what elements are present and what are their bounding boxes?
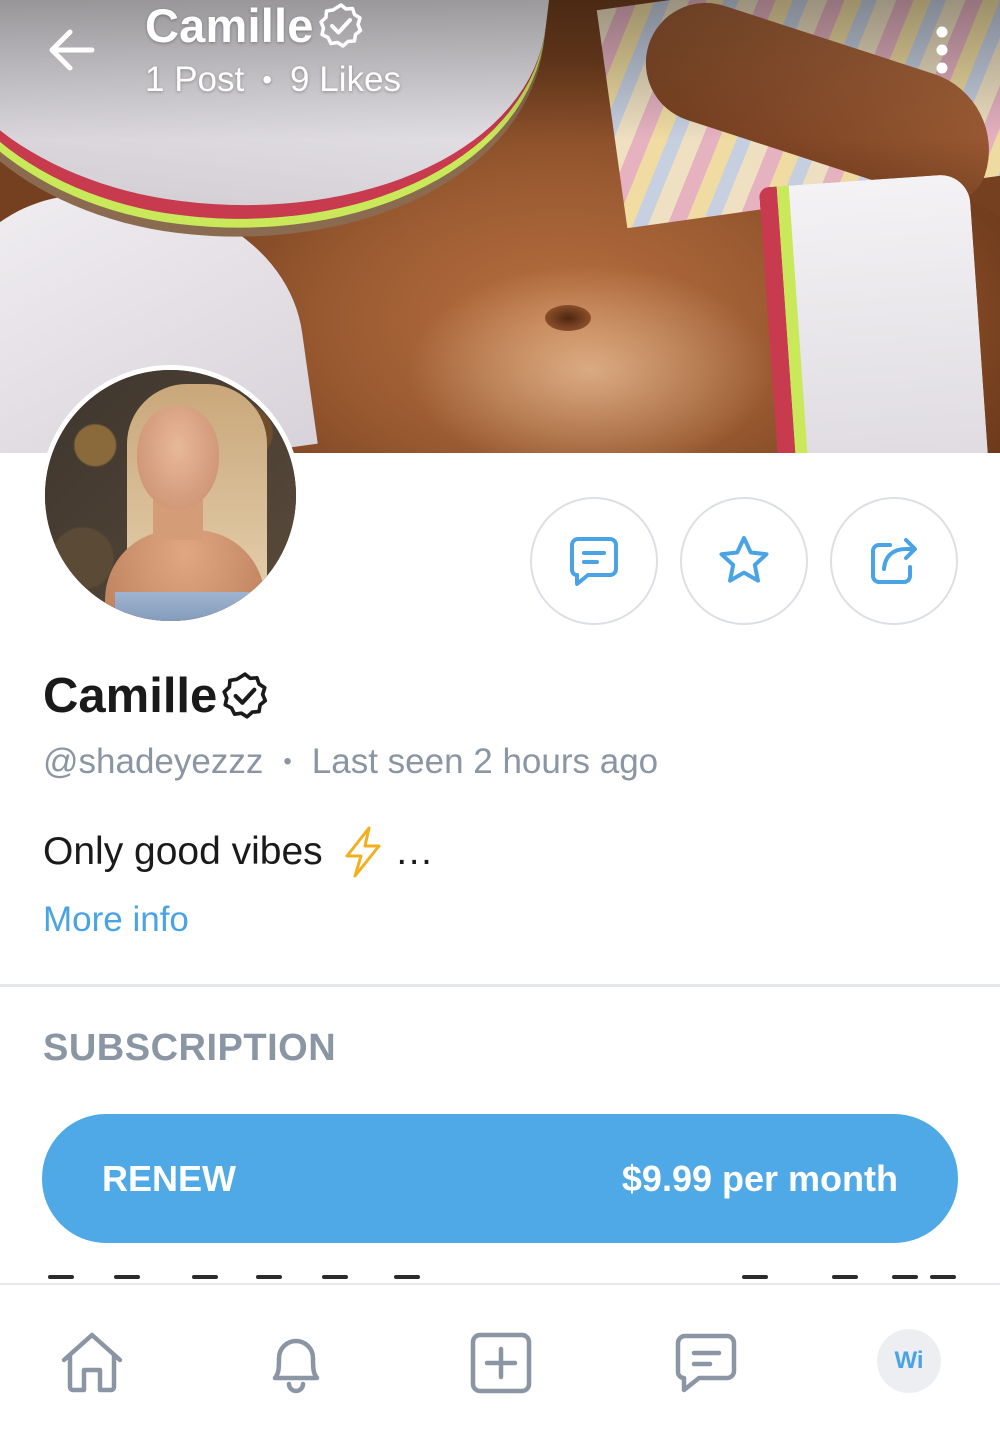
header-stats: 1 Post • 9 Likes	[145, 60, 401, 100]
header-title-row: Camille	[145, 0, 366, 53]
more-info-link[interactable]: More info	[43, 900, 189, 940]
bio-text: Only good vibes	[43, 830, 323, 873]
message-icon	[570, 537, 618, 586]
top-bar: Camille 1 Post • 9 Likes	[0, 0, 1000, 120]
profile-meta: @shadeyezzz • Last seen 2 hours ago	[43, 742, 658, 782]
verified-badge-icon	[222, 672, 268, 719]
add-post-icon	[470, 1332, 532, 1394]
back-button[interactable]	[44, 22, 100, 78]
bottom-navigation: Wi	[0, 1283, 1000, 1432]
meta-separator: •	[283, 748, 292, 775]
messages-icon	[675, 1333, 737, 1393]
profile-avatar[interactable]	[40, 365, 301, 626]
profile-bio: Only good vibes …	[43, 826, 434, 878]
nav-notifications[interactable]	[256, 1323, 336, 1403]
profile-name-row: Camille	[43, 668, 271, 724]
nav-add-post[interactable]	[461, 1323, 541, 1403]
likes-count: 9 Likes	[290, 60, 401, 99]
home-icon	[61, 1332, 123, 1393]
nav-messages[interactable]	[666, 1323, 746, 1403]
section-divider	[0, 984, 1000, 987]
bell-icon	[272, 1338, 320, 1394]
bio-ellipsis: …	[394, 830, 434, 873]
renew-price: $9.99 per month	[621, 1157, 898, 1199]
message-button[interactable]	[530, 497, 658, 625]
header-name: Camille	[145, 0, 314, 52]
share-button[interactable]	[830, 497, 958, 625]
profile-handle: @shadeyezzz	[43, 742, 264, 781]
star-icon	[719, 536, 769, 583]
posts-count: 1 Post	[145, 60, 245, 99]
nav-user-avatar[interactable]: Wi	[877, 1329, 941, 1393]
favorite-button[interactable]	[680, 497, 808, 625]
stats-separator: •	[262, 64, 273, 95]
nav-home[interactable]	[52, 1323, 132, 1403]
renew-button[interactable]: RENEW $9.99 per month	[42, 1114, 958, 1243]
renew-label: RENEW	[102, 1157, 236, 1199]
last-seen: Last seen 2 hours ago	[311, 742, 659, 781]
profile-actions	[530, 497, 958, 625]
subscription-section-title: SUBSCRIPTION	[43, 1027, 337, 1069]
verified-badge-icon	[318, 2, 362, 48]
lightning-emoji-icon	[345, 826, 381, 878]
profile-name: Camille	[43, 669, 218, 723]
more-vertical-icon	[936, 26, 948, 74]
arrow-left-icon	[49, 29, 95, 71]
share-icon	[871, 538, 917, 584]
more-options-button[interactable]	[920, 22, 964, 78]
